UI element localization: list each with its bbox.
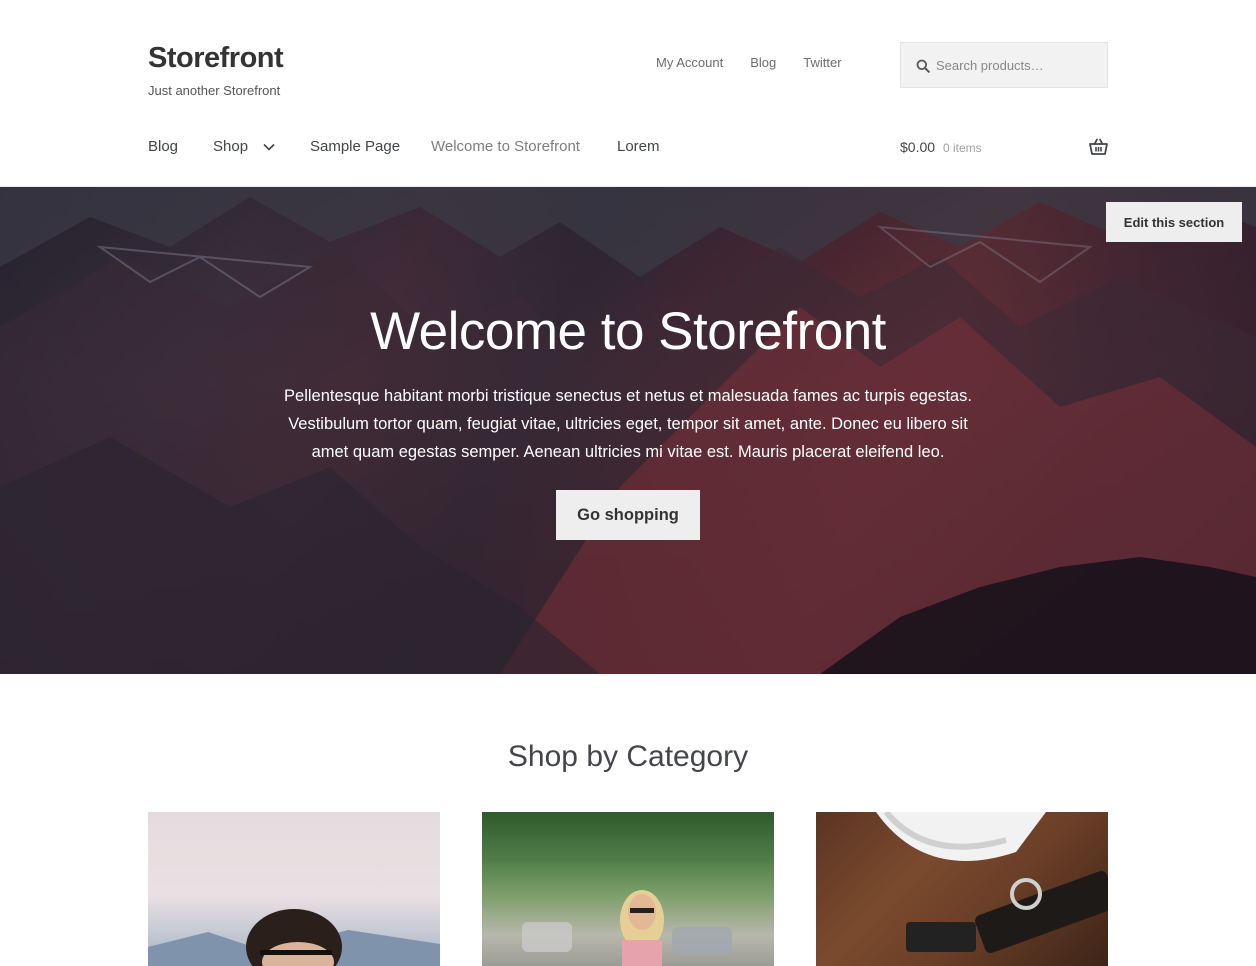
nav-item-lorem[interactable]: Lorem: [617, 138, 660, 155]
hero-title: Welcome to Storefront: [370, 302, 886, 361]
category-card-men[interactable]: [148, 812, 440, 966]
hero-section: Welcome to Storefront Pellentesque habit…: [0, 187, 1256, 674]
site-title[interactable]: Storefront: [148, 42, 284, 75]
secondary-nav: My Account Blog Twitter: [656, 55, 869, 70]
header-cart[interactable]: $0.00 0 items: [900, 138, 1108, 161]
shop-by-category-title: Shop by Category: [507, 740, 749, 773]
site-tagline: Just another Storefront: [148, 83, 281, 98]
site-header: Storefront Just another Storefront My Ac…: [0, 0, 1256, 187]
go-shopping-button[interactable]: Go shopping: [556, 490, 700, 540]
secondary-nav-twitter[interactable]: Twitter: [803, 55, 841, 70]
nav-item-shop[interactable]: Shop: [213, 138, 248, 155]
secondary-nav-blog[interactable]: Blog: [750, 55, 776, 70]
search-icon: [916, 59, 930, 73]
category-card-women[interactable]: [482, 812, 774, 966]
cart-count: 0 items: [943, 141, 982, 155]
nav-item-welcome[interactable]: Welcome to Storefront: [431, 138, 580, 155]
cart-amount: $0.00: [900, 139, 936, 155]
basket-icon[interactable]: [1089, 138, 1108, 156]
product-search: [900, 42, 1108, 88]
category-image-man: [148, 909, 440, 966]
category-image-woman: [522, 890, 732, 966]
search-input[interactable]: [936, 43, 1104, 87]
category-card-accessories[interactable]: [816, 812, 1108, 966]
edit-section-button[interactable]: Edit this section: [1106, 202, 1242, 242]
chevron-down-icon[interactable]: [262, 140, 276, 154]
nav-item-sample-page[interactable]: Sample Page: [310, 138, 400, 155]
category-image-accessories: [876, 812, 1108, 954]
hero-description: Pellentesque habitant morbi tristique se…: [284, 387, 972, 461]
secondary-nav-my-account[interactable]: My Account: [656, 55, 723, 70]
nav-item-blog[interactable]: Blog: [148, 138, 178, 155]
